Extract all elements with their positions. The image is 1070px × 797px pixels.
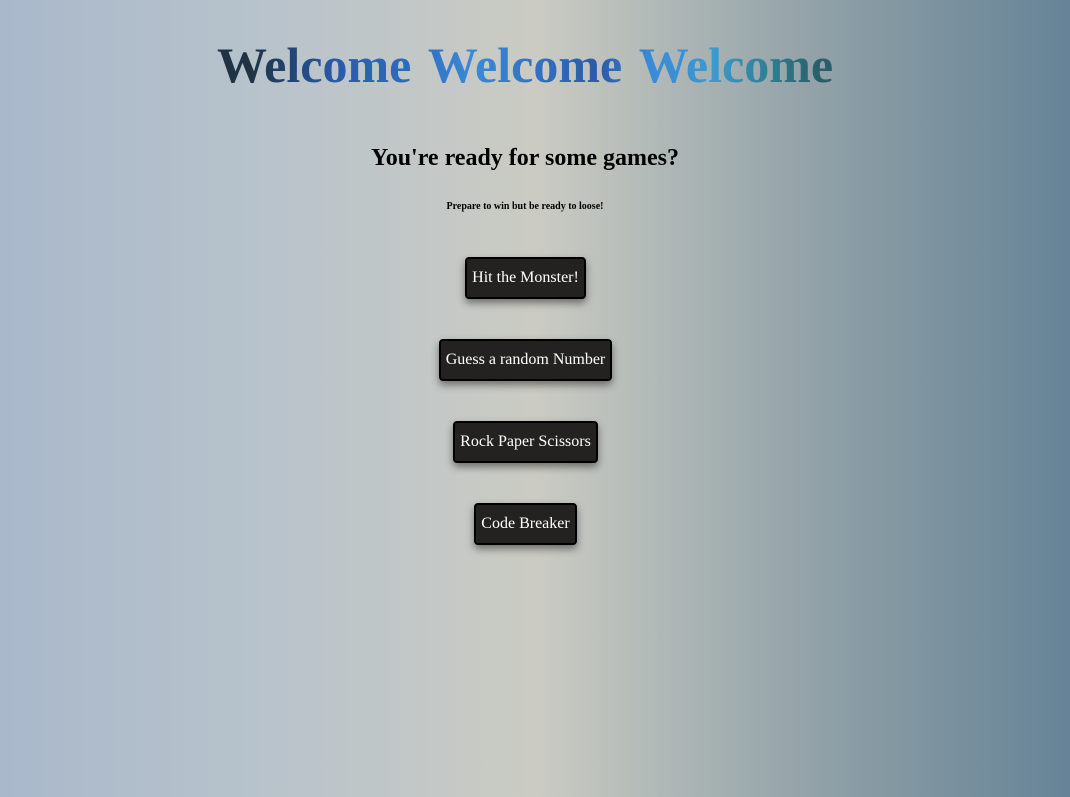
- welcome-word-1: Welcome: [216, 37, 412, 93]
- page-subtitle: You're ready for some games?: [371, 145, 679, 171]
- welcome-word-3: Welcome: [638, 37, 834, 93]
- rock-paper-scissors-button[interactable]: Rock Paper Scissors: [453, 421, 598, 463]
- hit-the-monster-button[interactable]: Hit the Monster!: [465, 257, 586, 299]
- guess-random-number-button[interactable]: Guess a random Number: [439, 339, 612, 381]
- page: Welcome Welcome Welcome You're ready for…: [0, 0, 1070, 797]
- welcome-word-2: Welcome: [427, 37, 623, 93]
- page-tagline: Prepare to win but be ready to loose!: [446, 201, 604, 212]
- welcome-title: Welcome Welcome Welcome: [0, 34, 1050, 96]
- code-breaker-button[interactable]: Code Breaker: [474, 503, 577, 545]
